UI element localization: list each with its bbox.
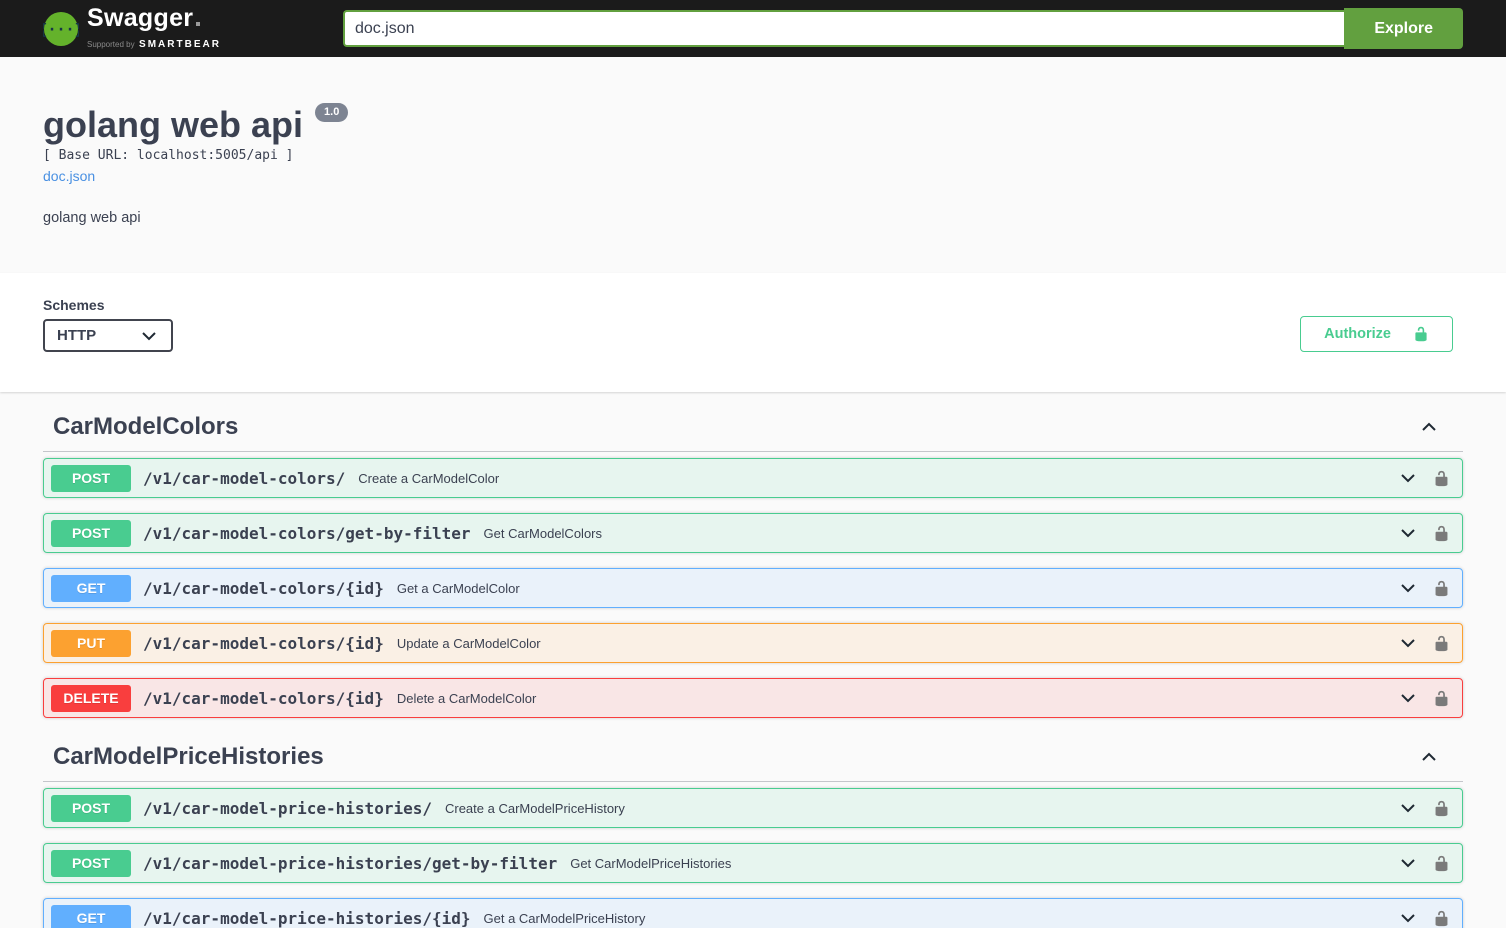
chevron-down-icon[interactable] — [1398, 523, 1418, 543]
logo-trademark-dot — [196, 21, 201, 26]
tag-section: CarModelColors POST /v1/car-model-colors… — [43, 403, 1463, 719]
info-section: golang web api 1.0 [ Base URL: localhost:… — [0, 57, 1506, 274]
explore-button[interactable]: Explore — [1344, 8, 1463, 49]
chevron-up-icon[interactable] — [1419, 417, 1439, 437]
operation-path: /v1/car-model-price-histories/ — [143, 798, 432, 818]
unlocked-padlock-icon[interactable] — [1433, 800, 1450, 817]
api-title-text: golang web api — [43, 104, 304, 145]
operation-summary: Get a CarModelColor — [396, 580, 520, 596]
operation-row[interactable]: GET /v1/car-model-price-histories/{id} G… — [43, 898, 1463, 928]
operation-row[interactable]: POST /v1/car-model-colors/get-by-filter … — [43, 513, 1463, 554]
tag-section: CarModelPriceHistories POST /v1/car-mode… — [43, 733, 1463, 928]
unlocked-padlock-icon[interactable] — [1433, 690, 1450, 707]
operations-container: CarModelColors POST /v1/car-model-colors… — [43, 392, 1463, 928]
operation-summary: Create a CarModelPriceHistory — [444, 800, 625, 816]
swagger-logo-icon: {···} — [43, 11, 79, 46]
operation-row[interactable]: GET /v1/car-model-colors/{id} Get a CarM… — [43, 568, 1463, 609]
version-badge: 1.0 — [315, 103, 349, 122]
svg-text:{···}: {···} — [43, 20, 79, 38]
authorize-button[interactable]: Authorize — [1300, 316, 1453, 353]
unlocked-padlock-icon[interactable] — [1433, 525, 1450, 542]
api-title: golang web api 1.0 — [43, 103, 1463, 146]
base-url: [ Base URL: localhost:5005/api ] — [43, 148, 294, 164]
topbar: {···} Swagger Supported by SMARTBEAR Exp… — [0, 0, 1506, 57]
operation-summary: Get CarModelColors — [483, 525, 603, 541]
api-description: golang web api — [43, 210, 141, 227]
operation-path: /v1/car-model-colors/ — [143, 468, 346, 488]
unlocked-padlock-icon[interactable] — [1433, 470, 1450, 487]
operation-path: /v1/car-model-colors/{id} — [143, 688, 384, 708]
schemes-selected-value: HTTP — [57, 327, 97, 345]
unlocked-padlock-icon[interactable] — [1433, 855, 1450, 872]
tag-header[interactable]: CarModelColors — [43, 403, 1463, 453]
method-badge: POST — [51, 464, 131, 492]
method-badge: GET — [51, 904, 131, 928]
scheme-section: Schemes HTTP Authorize — [0, 273, 1506, 393]
chevron-up-icon[interactable] — [1419, 747, 1439, 767]
method-badge: GET — [51, 574, 131, 602]
unlocked-padlock-icon — [1415, 326, 1427, 342]
operation-path: /v1/car-model-price-histories/{id} — [143, 908, 471, 928]
operation-list: POST /v1/car-model-colors/ Create a CarM… — [43, 458, 1463, 719]
operation-summary: Delete a CarModelColor — [396, 690, 537, 706]
schemes-label: Schemes — [43, 297, 105, 314]
operation-list: POST /v1/car-model-price-histories/ Crea… — [43, 788, 1463, 928]
tag-title: CarModelPriceHistories — [53, 743, 324, 771]
spec-url-form: Explore — [342, 8, 1463, 49]
chevron-down-icon[interactable] — [1398, 798, 1418, 818]
chevron-down-icon[interactable] — [1398, 468, 1418, 488]
schemes-select[interactable]: HTTP — [43, 319, 173, 353]
operation-row[interactable]: POST /v1/car-model-price-histories/ Crea… — [43, 788, 1463, 829]
unlocked-padlock-icon[interactable] — [1433, 580, 1450, 597]
select-chevron-down-icon — [142, 331, 156, 341]
chevron-down-icon[interactable] — [1398, 633, 1418, 653]
method-badge: DELETE — [51, 684, 131, 712]
swagger-logo[interactable]: {···} Swagger Supported by SMARTBEAR — [43, 3, 221, 52]
operation-row[interactable]: PUT /v1/car-model-colors/{id} Update a C… — [43, 623, 1463, 664]
method-badge: POST — [51, 519, 131, 547]
operation-summary: Get a CarModelPriceHistory — [483, 910, 646, 926]
unlocked-padlock-icon[interactable] — [1433, 635, 1450, 652]
method-badge: POST — [51, 849, 131, 877]
operation-path: /v1/car-model-colors/get-by-filter — [143, 523, 471, 543]
operation-summary: Update a CarModelColor — [396, 635, 541, 651]
operation-row[interactable]: POST /v1/car-model-colors/ Create a CarM… — [43, 458, 1463, 499]
chevron-down-icon[interactable] — [1398, 853, 1418, 873]
spec-url-input[interactable] — [342, 10, 1345, 47]
operation-summary: Get CarModelPriceHistories — [570, 855, 732, 871]
method-badge: PUT — [51, 629, 131, 657]
spec-link[interactable]: doc.json — [43, 168, 95, 184]
operation-path: /v1/car-model-price-histories/get-by-fil… — [143, 853, 558, 873]
tag-header[interactable]: CarModelPriceHistories — [43, 733, 1463, 783]
chevron-down-icon[interactable] — [1398, 908, 1418, 928]
unlocked-padlock-icon[interactable] — [1433, 910, 1450, 927]
operation-path: /v1/car-model-colors/{id} — [143, 633, 384, 653]
operation-path: /v1/car-model-colors/{id} — [143, 578, 384, 598]
method-badge: POST — [51, 794, 131, 822]
chevron-down-icon[interactable] — [1398, 688, 1418, 708]
operation-summary: Create a CarModelColor — [358, 470, 500, 486]
logo-title: Swagger — [87, 3, 194, 32]
operation-row[interactable]: DELETE /v1/car-model-colors/{id} Delete … — [43, 678, 1463, 719]
operation-row[interactable]: POST /v1/car-model-price-histories/get-b… — [43, 843, 1463, 884]
tag-title: CarModelColors — [53, 413, 239, 441]
logo-supported-by: Supported by SMARTBEAR — [87, 38, 221, 50]
chevron-down-icon[interactable] — [1398, 578, 1418, 598]
authorize-label: Authorize — [1324, 326, 1391, 343]
